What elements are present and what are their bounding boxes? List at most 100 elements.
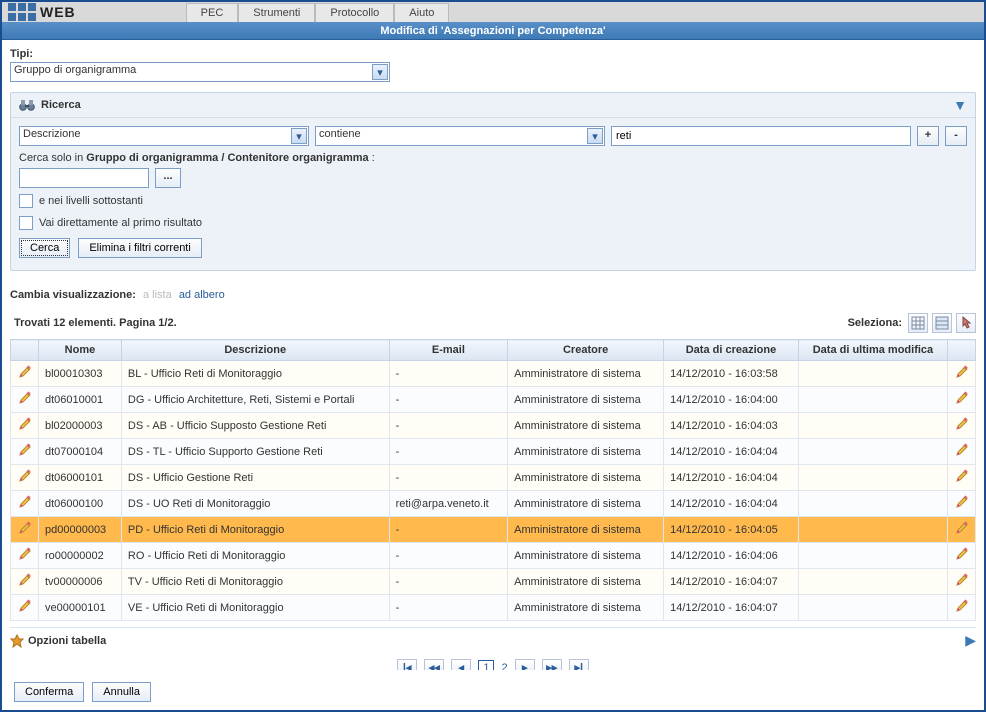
pencil-icon[interactable] [18,599,32,613]
table-row[interactable]: pd00000003PD - Ufficio Reti di Monitorag… [11,517,976,543]
table-row[interactable]: dt07000104DS - TL - Ufficio Supporto Ges… [11,439,976,465]
table-row[interactable]: bl02000003DS - AB - Ufficio Supposto Ges… [11,413,976,439]
chevron-down-icon: ▾ [291,128,307,144]
menu-pec[interactable]: PEC [186,3,239,22]
pencil-icon[interactable] [18,547,32,561]
search-value-input[interactable] [611,126,911,146]
pencil-icon[interactable] [955,365,969,379]
table-row[interactable]: bl00010303BL - Ufficio Reti di Monitorag… [11,361,976,387]
col-edit-right [948,340,976,361]
footer-buttons: Conferma Annulla [14,682,151,702]
col-nome[interactable]: Nome [39,340,122,361]
confirm-button[interactable]: Conferma [14,682,84,702]
pager-last-button[interactable]: ▸| [569,659,589,670]
col-data-creazione[interactable]: Data di creazione [664,340,799,361]
menu-protocollo[interactable]: Protocollo [315,3,394,22]
pencil-icon[interactable] [18,573,32,587]
col-creatore[interactable]: Creatore [508,340,664,361]
pencil-icon[interactable] [18,365,32,379]
pencil-icon[interactable] [18,469,32,483]
cancel-button[interactable]: Annulla [92,682,151,702]
cell-email: - [389,439,508,465]
pencil-icon[interactable] [955,391,969,405]
remove-criteria-button[interactable]: - [945,126,967,146]
cell-data-creazione: 14/12/2010 - 16:04:00 [664,387,799,413]
pencil-icon[interactable] [955,443,969,457]
pager-prev-button[interactable]: ◂ [451,659,471,670]
cell-email: - [389,465,508,491]
table-row[interactable]: dt06000100DS - UO Reti di Monitoraggiore… [11,491,976,517]
cell-data-modifica [798,465,947,491]
scope-browse-button[interactable]: ... [155,168,181,188]
collapse-toggle-icon[interactable]: ▼ [953,97,967,113]
view-switcher: Cambia visualizzazione: a lista ad alber… [10,289,976,301]
cell-data-modifica [798,361,947,387]
table-row[interactable]: dt06010001DG - Ufficio Architetture, Ret… [11,387,976,413]
pager-page-2[interactable]: 2 [502,662,508,670]
view-tree-link[interactable]: ad albero [179,289,225,301]
logo-text: WEB [40,4,76,20]
cell-creatore: Amministratore di sistema [508,413,664,439]
pencil-icon[interactable] [18,417,32,431]
pencil-icon[interactable] [18,443,32,457]
pager-fastback-button[interactable]: ◂◂ [424,659,444,670]
cell-creatore: Amministratore di sistema [508,491,664,517]
goto-first-checkbox[interactable] [19,216,33,230]
pencil-icon[interactable] [955,495,969,509]
cell-nome: tv00000006 [39,569,122,595]
pencil-icon[interactable] [18,495,32,509]
cell-email: - [389,413,508,439]
search-field-value: Descrizione [23,128,80,140]
cell-descrizione: DS - Ufficio Gestione Reti [121,465,389,491]
pencil-icon[interactable] [18,391,32,405]
menu-strumenti[interactable]: Strumenti [238,3,315,22]
select-all-icon[interactable] [908,313,928,333]
col-edit-left [11,340,39,361]
menu-aiuto[interactable]: Aiuto [394,3,449,22]
col-descrizione[interactable]: Descrizione [121,340,389,361]
col-email[interactable]: E-mail [389,340,508,361]
add-criteria-button[interactable]: + [917,126,939,146]
pager-fastfwd-button[interactable]: ▸▸ [542,659,562,670]
cell-data-modifica [798,439,947,465]
table-options-icon[interactable] [10,634,24,648]
pencil-icon[interactable] [955,469,969,483]
pencil-icon[interactable] [955,599,969,613]
pager-first-button[interactable]: |◂ [397,659,417,670]
tipi-select[interactable]: Gruppo di organigramma ▾ [10,62,390,82]
pencil-icon[interactable] [955,521,969,535]
cell-descrizione: DG - Ufficio Architetture, Reti, Sistemi… [121,387,389,413]
table-row[interactable]: dt06000101DS - Ufficio Gestione Reti-Amm… [11,465,976,491]
cell-email: - [389,595,508,621]
clear-filters-button[interactable]: Elimina i filtri correnti [78,238,201,258]
pencil-icon[interactable] [955,417,969,431]
pencil-icon[interactable] [18,521,32,535]
cell-data-creazione: 14/12/2010 - 16:04:05 [664,517,799,543]
sublevels-checkbox[interactable] [19,194,33,208]
cell-creatore: Amministratore di sistema [508,517,664,543]
table-options-label[interactable]: Opzioni tabella [28,635,106,647]
search-scope-hint: Cerca solo in Gruppo di organigramma / C… [19,152,967,164]
cell-email: - [389,569,508,595]
scope-input[interactable] [19,168,149,188]
cell-data-creazione: 14/12/2010 - 16:04:07 [664,569,799,595]
table-options-expand-icon[interactable]: ▶ [965,632,976,649]
pencil-icon[interactable] [955,573,969,587]
col-data-modifica[interactable]: Data di ultima modifica [798,340,947,361]
select-page-icon[interactable] [932,313,952,333]
cell-data-modifica [798,413,947,439]
table-row[interactable]: tv00000006TV - Ufficio Reti di Monitorag… [11,569,976,595]
cell-data-modifica [798,543,947,569]
pager-page-1[interactable]: 1 [478,660,494,670]
select-pointer-icon[interactable] [956,313,976,333]
table-row[interactable]: ve00000101VE - Ufficio Reti di Monitorag… [11,595,976,621]
top-bar: WEB PEC Strumenti Protocollo Aiuto [2,2,984,22]
search-field-select[interactable]: Descrizione ▾ [19,126,309,146]
search-button[interactable]: Cerca [19,238,70,258]
pencil-icon[interactable] [955,547,969,561]
seleziona-label: Seleziona: [848,317,902,329]
table-row[interactable]: ro00000002RO - Ufficio Reti di Monitorag… [11,543,976,569]
search-operator-select[interactable]: contiene ▾ [315,126,605,146]
cell-data-creazione: 14/12/2010 - 16:04:06 [664,543,799,569]
pager-next-button[interactable]: ▸ [515,659,535,670]
